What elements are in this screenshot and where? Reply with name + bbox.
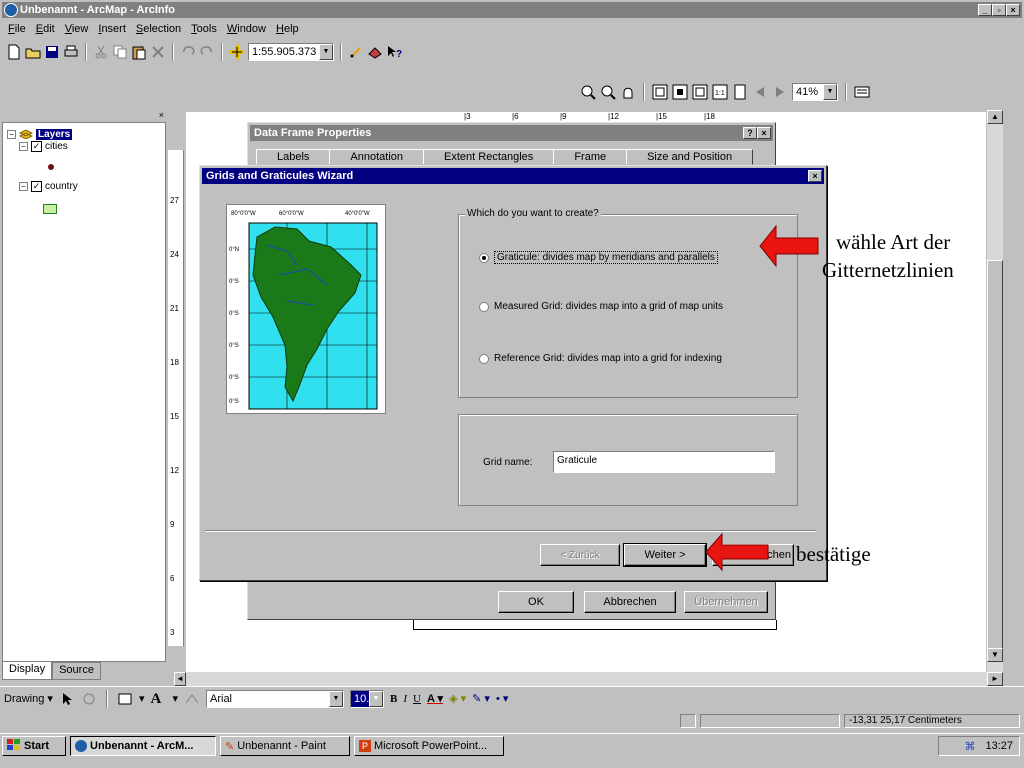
red-arrow-graticule: [759, 224, 819, 268]
powerpoint-icon: P: [359, 740, 371, 752]
annotation-confirm: bestätige: [796, 542, 871, 566]
taskbar-item-label: Unbenannt - Paint: [237, 740, 326, 752]
red-arrow-next: [705, 532, 769, 572]
network-icon[interactable]: ⌘: [964, 740, 975, 753]
clock[interactable]: 13:27: [985, 740, 1013, 752]
taskbar-item-label: Unbenannt - ArcM...: [90, 740, 194, 752]
start-button[interactable]: Start: [2, 736, 66, 756]
annotation-choose-type-line2: Gitternetzlinien: [822, 258, 954, 282]
taskbar-item-paint[interactable]: ✎ Unbenannt - Paint: [220, 736, 350, 756]
globe-icon: [75, 740, 87, 752]
paint-icon: ✎: [225, 740, 235, 753]
taskbar-item-label: Microsoft PowerPoint...: [374, 740, 488, 752]
taskbar-item-powerpoint[interactable]: P Microsoft PowerPoint...: [354, 736, 504, 756]
annotation-overlay: [705, 224, 819, 572]
system-tray: ⌘ 13:27: [938, 736, 1020, 756]
taskbar-item-arcmap[interactable]: Unbenannt - ArcM...: [70, 736, 216, 756]
start-label: Start: [24, 740, 50, 752]
annotation-choose-type-line1: wähle Art der: [836, 230, 951, 254]
windows-logo-icon: [7, 738, 21, 754]
windows-taskbar: Start Unbenannt - ArcM... ✎ Unbenannt - …: [0, 733, 1024, 768]
